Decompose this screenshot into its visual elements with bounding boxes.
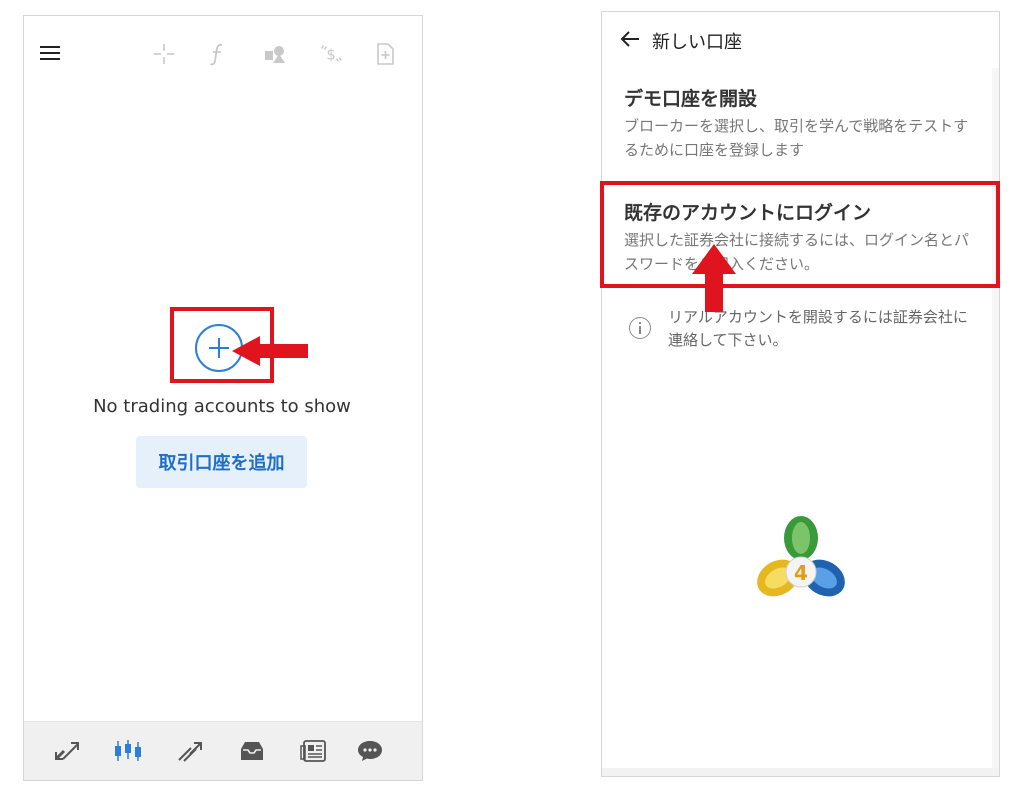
new-account-screen: 新しい口座 デモ口座を開設 ブローカーを選択し、取引を学んで戦略をテストするため… (601, 11, 1000, 777)
page-title: 新しい口座 (652, 32, 742, 53)
option-description: ブローカーを選択し、取引を学んで戦略をテストするために口座を登録します (624, 117, 969, 159)
top-toolbar: $ (24, 16, 422, 90)
crosshair-icon[interactable] (151, 42, 177, 66)
currency-icon[interactable]: $ (318, 42, 344, 66)
empty-state-message: No trading accounts to show (93, 396, 351, 417)
metatrader-4-logo: 4 (751, 512, 851, 607)
mailbox-icon[interactable] (237, 738, 267, 764)
news-icon[interactable] (299, 738, 329, 764)
accounts-screen: $ No trading accounts to show 取引口座を追加 (23, 15, 423, 781)
menu-icon[interactable] (40, 46, 60, 60)
red-arrow-left-icon (232, 336, 308, 366)
add-trading-account-button[interactable]: 取引口座を追加 (136, 436, 307, 488)
highlight-login-option (600, 181, 1000, 288)
function-icon[interactable] (205, 42, 231, 66)
trade-icon[interactable] (175, 738, 205, 764)
arrow-left-icon[interactable] (620, 30, 640, 48)
chart-candles-icon[interactable] (113, 738, 143, 764)
option-title: デモ口座を開設 (624, 88, 758, 110)
info-icon (629, 317, 651, 339)
screen-header: 新しい口座 (602, 12, 999, 68)
add-file-icon[interactable] (372, 42, 398, 66)
bottom-edge (602, 768, 999, 776)
svg-text:$: $ (326, 46, 335, 64)
quotes-icon[interactable] (52, 738, 82, 764)
objects-icon[interactable] (262, 42, 288, 66)
logo-badge: 4 (794, 561, 808, 585)
bottom-navigation (24, 721, 422, 780)
scroll-track (992, 68, 999, 768)
chat-icon[interactable] (355, 738, 385, 764)
open-demo-account-option[interactable]: デモ口座を開設 ブローカーを選択し、取引を学んで戦略をテストするために口座を登録… (602, 80, 999, 170)
red-arrow-up-icon (692, 244, 736, 312)
